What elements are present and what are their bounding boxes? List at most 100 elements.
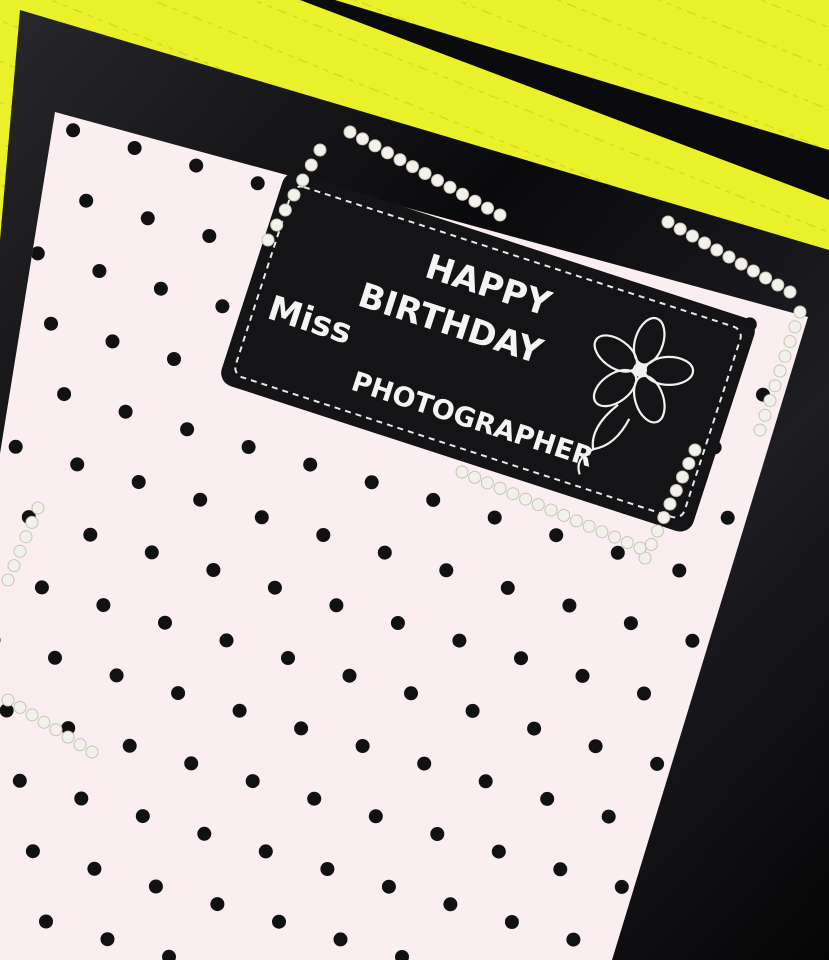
polka-dot [135,809,150,824]
polka-dot [232,703,247,718]
pearl-bead [455,465,469,479]
pearl-bead [569,514,583,528]
pearl-bead [261,233,275,247]
pearl-bead [431,173,444,187]
pearl-bead [13,544,27,558]
polka-dot [504,915,519,929]
polka-dot [210,897,225,912]
polka-dot [303,457,318,472]
pearl-bead [644,538,658,551]
polka-dot [342,668,357,683]
pearl-bead [557,508,571,522]
polka-dot [685,633,700,648]
polka-dot [329,598,344,613]
polka-dot [281,651,295,665]
polka-dot [381,879,396,894]
polka-dot [637,686,651,701]
pearl-bead [661,215,675,229]
polka-dot [417,756,432,771]
pearl-bead [456,187,469,201]
photo-scene: HAPPY BIRTHDAY Miss PHOTOGRAPHER [0,0,829,960]
polka-dot [48,650,62,665]
polka-dot [491,844,506,859]
pearl-bead [788,320,802,334]
polka-dot [320,862,335,876]
polka-dot [294,721,309,736]
polka-dot [562,598,577,613]
polka-dot [368,809,383,824]
polka-dot [44,316,58,331]
polka-dot [87,861,102,876]
pearl-bead [278,203,292,217]
polka-dot [74,791,89,806]
polka-dot [601,809,616,824]
polka-dot [39,914,53,929]
polka-dot [443,897,458,912]
polka-dot [566,932,581,947]
polka-dot [25,844,40,859]
pearl-bead [468,470,482,484]
polka-dot [500,580,515,595]
pearl-bead [343,125,357,139]
polka-dot [390,616,405,630]
pearl-bead [418,167,432,180]
pearl-bead [544,503,558,517]
pearl-bead [783,285,797,299]
pearl-bead [710,243,724,257]
polka-dot [193,492,208,507]
polka-dot [158,615,172,630]
polka-dot [364,475,379,490]
polka-dot [254,510,269,525]
polka-dot [258,844,273,859]
polka-dot [614,879,629,894]
polka-dot [575,668,590,683]
pearl-bead [763,394,777,407]
pearl-bead [734,257,748,271]
polka-dot [189,158,204,173]
polka-dot [514,651,528,666]
pearl-bead [19,530,33,544]
polka-dot [553,862,568,877]
polka-dot [650,756,665,771]
pearl-bead [793,305,807,319]
pearl-bead [688,443,702,457]
polka-dot [439,563,454,578]
polka-dot [131,475,146,489]
polka-dot [478,774,493,789]
pearl-bead [1,573,15,587]
pearl-bead [13,700,27,714]
polka-dot [426,492,441,507]
pearl-bead [25,515,39,529]
pearl-bead [685,229,699,243]
pearl-bead [673,222,687,236]
polka-dot [171,686,186,701]
polka-dot [316,528,331,542]
pearl-bead [406,160,419,174]
pearl-bead [356,132,369,146]
polka-dot [122,738,137,753]
pearl-bead [287,188,301,202]
pearl-bead [620,536,634,550]
polka-dot [184,756,199,771]
polka-dot [197,826,212,841]
pearl-bead [85,745,99,759]
pearl-bead [393,153,407,167]
polka-dot [404,686,418,701]
pearl-bead [669,484,683,497]
polka-dot [333,932,348,947]
pearl-bead [443,180,457,194]
polka-dot [452,633,467,648]
polka-dot [100,932,115,947]
pearl-bead [582,519,596,533]
polka-dot [180,422,195,437]
polka-dot [540,791,555,806]
pearl-bead [663,497,677,511]
pearl-bead [7,559,21,573]
polka-dot [430,827,445,841]
polka-dot [250,176,265,191]
polka-dot [109,668,124,683]
pearl-bead [493,481,507,495]
pearl-bead [778,349,792,363]
pearl-bead [698,236,712,250]
polka-dot [241,440,256,454]
